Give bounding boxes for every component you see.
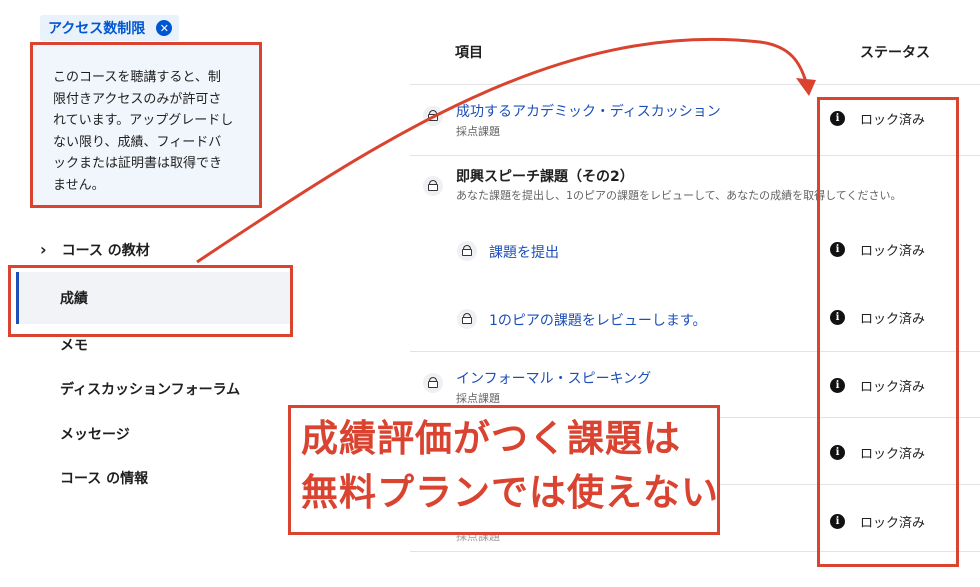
nav-item-grades-label: 成績	[60, 291, 88, 307]
assignment-title-link[interactable]: インフォーマル・スピーキング	[456, 368, 651, 388]
nav-item-discussion-forum[interactable]: ディスカッションフォーラム	[60, 379, 240, 399]
status-text: ロック済み	[860, 244, 926, 259]
annotation-line-2: 無料プランでは使えない	[301, 471, 719, 514]
info-icon: i	[830, 378, 845, 393]
status-cell: i ロック済み	[830, 109, 925, 128]
nav-item-course-info[interactable]: コース の情報	[60, 468, 148, 488]
info-icon: i	[830, 111, 845, 126]
assignment-type: 採点課題	[456, 125, 500, 138]
nav-course-materials-label: コース の教材	[61, 243, 150, 259]
assignment-title-link[interactable]: 成功するアカデミック・ディスカッション	[456, 101, 721, 121]
annotation-line-1: 成績評価がつく課題は	[301, 417, 681, 460]
row-divider	[410, 84, 980, 85]
tooltip-line: れています。アップグレードし	[53, 113, 234, 128]
access-limit-badge[interactable]: アクセス数制限 ✕	[40, 15, 180, 41]
assignment-description: あなた課題を提出し、1のピアの課題をレビューして、あなたの成績を取得してください…	[456, 189, 902, 202]
info-icon: i	[830, 445, 845, 460]
row-divider	[410, 155, 980, 156]
status-highlight-frame	[817, 97, 959, 567]
assignment-title: 即興スピーチ課題（その2）	[456, 169, 634, 185]
info-icon: i	[830, 514, 845, 529]
status-cell: i ロック済み	[830, 240, 925, 259]
nav-course-materials[interactable]: › コース の教材	[40, 240, 150, 260]
info-icon: i	[830, 310, 845, 325]
arrow-head	[796, 78, 816, 96]
status-cell: i ロック済み	[830, 376, 925, 395]
tooltip-line: ません。	[53, 177, 105, 193]
status-text: ロック済み	[860, 312, 926, 327]
info-icon: i	[830, 242, 845, 257]
status-text: ロック済み	[860, 113, 926, 128]
nav-item-grades[interactable]: 成績	[16, 272, 290, 324]
tooltip-line: ックまたは証明書は取得でき	[53, 156, 223, 171]
lock-icon	[423, 106, 443, 126]
access-limit-tooltip: このコースを聴講すると、制 限付きアクセスのみが許可さ れています。アップグレー…	[30, 42, 262, 208]
column-header-status: ステータス	[860, 45, 930, 61]
tooltip-line: このコースを聴講すると、制	[53, 70, 221, 85]
row-divider	[410, 351, 980, 352]
peer-review-link[interactable]: 1のピアの課題をレビューします。	[489, 310, 707, 330]
column-header-item: 項目	[455, 45, 483, 61]
tooltip-line: ない限り、成績、フィードバ	[53, 134, 222, 150]
close-icon[interactable]: ✕	[156, 20, 173, 36]
status-text: ロック済み	[860, 516, 926, 531]
lock-icon	[423, 176, 443, 196]
assignment-type: 採点課題	[456, 392, 500, 405]
annotation-callout: 成績評価がつく課題は 無料プランでは使えない	[288, 405, 720, 535]
nav-item-notes[interactable]: メモ	[60, 335, 88, 355]
status-text: ロック済み	[860, 447, 926, 462]
chevron-right-icon: ›	[40, 240, 47, 259]
status-cell: i ロック済み	[830, 308, 925, 327]
lock-icon	[423, 373, 443, 393]
row-divider	[410, 551, 980, 552]
lock-icon	[457, 309, 477, 329]
status-cell: i ロック済み	[830, 512, 925, 531]
status-cell: i ロック済み	[830, 443, 925, 462]
nav-item-messages[interactable]: メッセージ	[60, 424, 130, 444]
arrow-curve	[196, 37, 808, 264]
submit-assignment-link[interactable]: 課題を提出	[489, 242, 559, 262]
status-text: ロック済み	[860, 380, 926, 395]
access-limit-label: アクセス数制限	[48, 21, 146, 37]
tooltip-line: 限付きアクセスのみが許可さ	[53, 91, 222, 107]
lock-icon	[457, 241, 477, 261]
